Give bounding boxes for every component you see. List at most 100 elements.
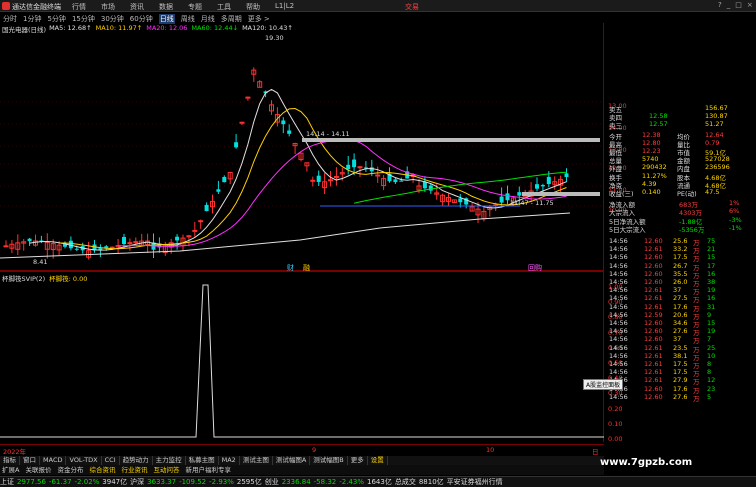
quote-cell: 12.59: [644, 310, 663, 319]
chart-annotation: 11.47 - 11.75: [510, 199, 554, 207]
menu-item[interactable]: 专题: [188, 2, 202, 12]
menu-item[interactable]: 帮助: [246, 2, 260, 12]
indicator-tab[interactable]: 设置: [368, 456, 388, 465]
quote-cell: 14:56: [609, 253, 628, 262]
kline-chart[interactable]: 国光电器(日线) MA5: 12.68↑ MA10: 11.97↑ MA20: 12…: [0, 23, 604, 271]
index-field: 1643亿: [367, 478, 392, 486]
indicator-tab[interactable]: CCI: [102, 456, 120, 465]
quote-cell: 17: [707, 261, 716, 270]
menu-item[interactable]: 数据: [159, 2, 173, 12]
quote-cell: 10: [707, 351, 716, 360]
quote-row: 14:56 12.60 34.6 万 15: [587, 319, 738, 329]
window-button[interactable]: ?: [718, 1, 722, 9]
candle-body: [535, 184, 539, 189]
candle-body: [546, 176, 551, 185]
quote-row: 14:56 12.60 35.5 万 16: [587, 269, 738, 280]
quote-cell: 14:56: [609, 294, 628, 303]
indicator-tab[interactable]: 更多: [348, 456, 368, 465]
extension-tab[interactable]: 新用户福利专享: [185, 465, 231, 475]
quote-cell: 12.60: [644, 392, 663, 401]
quote-cell: 14:56: [609, 351, 628, 360]
candle-body: [245, 96, 251, 99]
main-menu: 行情 市场 资讯 数据 专题 工具 帮助 L1|L2: [72, 2, 294, 12]
quote-row: 14:56 12.61 33.2 万 21: [587, 245, 738, 255]
indicator-tab[interactable]: 主力监控: [153, 456, 186, 465]
quote-cell: 26.7: [673, 261, 688, 270]
app-title: 通达信金融终端: [12, 3, 61, 11]
indicator-tab[interactable]: 测试主图: [240, 456, 273, 465]
quote-cell: 11.27%: [642, 171, 667, 180]
candle-body: [310, 179, 316, 182]
quote-cell: 12: [707, 376, 716, 385]
quote-row: 卖四 12.58 130.87: [587, 112, 738, 122]
window-button[interactable]: ×: [747, 1, 753, 9]
indicator-chart[interactable]: 杯脚筏SVIP(2) 杯脚筏: 0.00: [0, 272, 604, 442]
candle-body: [393, 179, 398, 183]
quote-cell: 8: [707, 368, 712, 377]
quote-cell: 12.60: [644, 335, 663, 344]
menu-item[interactable]: 市场: [101, 2, 115, 12]
indicator-tab[interactable]: VOL-TDX: [66, 456, 102, 465]
trade-button[interactable]: 交易: [405, 2, 419, 12]
quote-cell: 12.61: [644, 294, 663, 303]
date-tick: 10: [486, 446, 495, 454]
extension-tab[interactable]: 综合资讯: [89, 465, 115, 475]
extension-tab[interactable]: 资金分布: [57, 465, 83, 475]
quote-row: 净资 4.39 流通 4.68亿: [587, 180, 738, 190]
indicator-tab[interactable]: 测试幅图B: [310, 456, 348, 465]
quote-cell: 25.6: [673, 237, 688, 245]
window-button[interactable]: _: [727, 1, 731, 9]
quote-row: 卖五 156.67: [587, 104, 738, 114]
quote-cell: 5日大宗流入: [609, 225, 646, 234]
chart-annotation: 14.14 - 14.11: [306, 130, 350, 138]
quote-cell: 12.60: [644, 261, 663, 270]
menu-item[interactable]: 行情: [72, 2, 86, 12]
quote-cell: 12.61: [644, 351, 663, 360]
candle-body: [3, 245, 9, 248]
quote-cell: 14:56: [609, 360, 628, 368]
quote-row: 14:56 12.60 25.6 万 75: [587, 237, 738, 247]
indicator-tab[interactable]: MACD: [40, 456, 67, 465]
indicator-tab[interactable]: 指标: [0, 456, 20, 465]
candle-body: [27, 238, 32, 242]
chart-annotation: 19.30: [265, 34, 284, 42]
quote-cell: 38.1: [673, 351, 688, 360]
indicator-tab[interactable]: 测试幅图A: [273, 456, 311, 465]
extension-tab[interactable]: 关联报价: [25, 465, 51, 475]
window-button[interactable]: □: [735, 1, 742, 9]
candle-body: [287, 130, 292, 134]
quote-cell: 12.57: [649, 120, 668, 129]
candle-body: [186, 235, 192, 238]
indicator-tab[interactable]: MA2: [219, 456, 240, 465]
extension-tab[interactable]: 扩展A: [2, 465, 19, 475]
quote-panel: 卖五 156.67 卖四 12.58 130.87 卖三 12.57 51.27 今开 12.38…: [605, 104, 756, 456]
quote-cell: 12.38: [642, 130, 661, 139]
indicator-tab[interactable]: 私募主图: [186, 456, 219, 465]
candle-body: [98, 248, 103, 250]
quote-row: 14:56 12.61 27.5 万 16: [587, 294, 738, 304]
menu-item[interactable]: L1|L2: [275, 2, 294, 12]
quote-cell: 20.6: [673, 310, 688, 319]
quote-cell: 33.2: [673, 245, 688, 254]
quote-row: 14:56 12.61 17.5 万 8: [587, 368, 738, 378]
indicator-tab[interactable]: 窗口: [20, 456, 40, 465]
quote-cell: 12.60: [644, 327, 663, 336]
index-field: 总成交: [394, 478, 416, 486]
candle-body: [175, 236, 180, 241]
index-field: -58.32: [313, 478, 337, 486]
quote-cell: 35.5: [673, 269, 688, 278]
quote-row: 外盘 290432 内盘 236596: [587, 163, 738, 173]
quote-cell: 12.64: [705, 130, 724, 139]
quote-cell: 12.60: [644, 253, 663, 262]
quote-cell: 14:56: [609, 327, 628, 336]
menu-item[interactable]: 工具: [217, 2, 231, 12]
quote-cell: 130.87: [705, 112, 728, 121]
quote-row: 14:56 12.60 27.6 万 19: [587, 327, 738, 337]
extension-tab[interactable]: 行业资讯: [121, 465, 147, 475]
candle-body: [564, 173, 569, 178]
candle-body: [505, 193, 510, 201]
menu-item[interactable]: 资讯: [130, 2, 144, 12]
extension-tab[interactable]: 互动问答: [153, 465, 179, 475]
indicator-tab[interactable]: 趋势动力: [120, 456, 153, 465]
quote-row: 大宗流入 4303万 6%: [587, 207, 739, 217]
